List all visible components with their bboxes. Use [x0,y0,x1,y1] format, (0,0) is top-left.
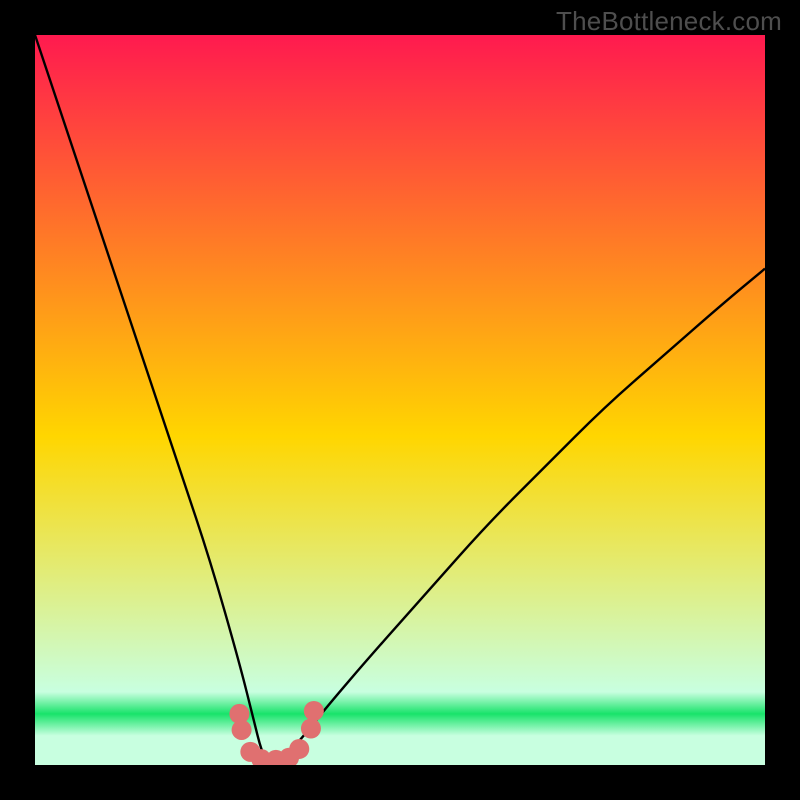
chart-svg [35,35,765,765]
curve-marker [232,720,252,740]
curve-marker [289,739,309,759]
plot-area [35,35,765,765]
gradient-background [35,35,765,765]
curve-marker [301,719,321,739]
watermark-text: TheBottleneck.com [556,6,782,37]
chart-frame: TheBottleneck.com [0,0,800,800]
curve-marker [304,701,324,721]
